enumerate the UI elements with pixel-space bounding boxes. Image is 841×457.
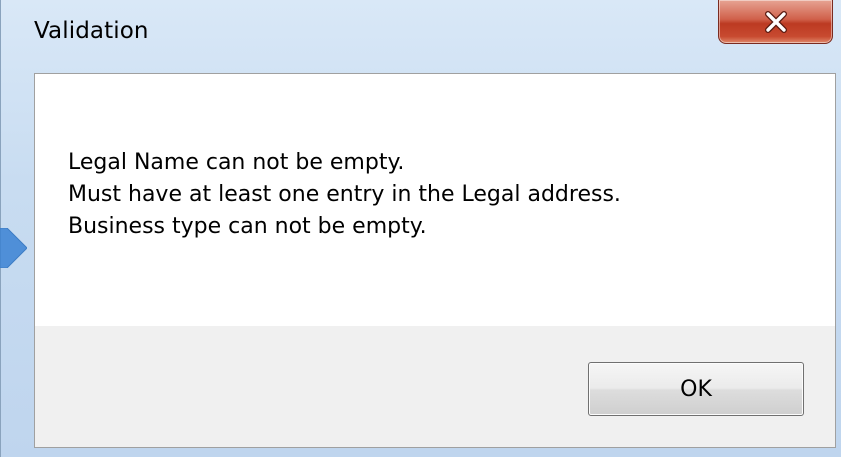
close-icon	[762, 10, 790, 33]
close-button[interactable]	[718, 0, 833, 44]
message-line: Business type can not be empty.	[68, 214, 427, 239]
message-line: Must have at least one entry in the Lega…	[68, 182, 621, 207]
pointer-arrow-icon	[0, 227, 28, 269]
dialog-window: Validation Legal Name can not be empty. …	[0, 0, 841, 457]
dialog-client-area: Legal Name can not be empty. Must have a…	[34, 73, 836, 448]
message-line: Legal Name can not be empty.	[68, 150, 405, 175]
validation-messages: Legal Name can not be empty. Must have a…	[68, 147, 621, 243]
message-area: Legal Name can not be empty. Must have a…	[35, 74, 835, 326]
dialog-title: Validation	[34, 18, 149, 44]
ok-button[interactable]: OK	[588, 362, 804, 416]
